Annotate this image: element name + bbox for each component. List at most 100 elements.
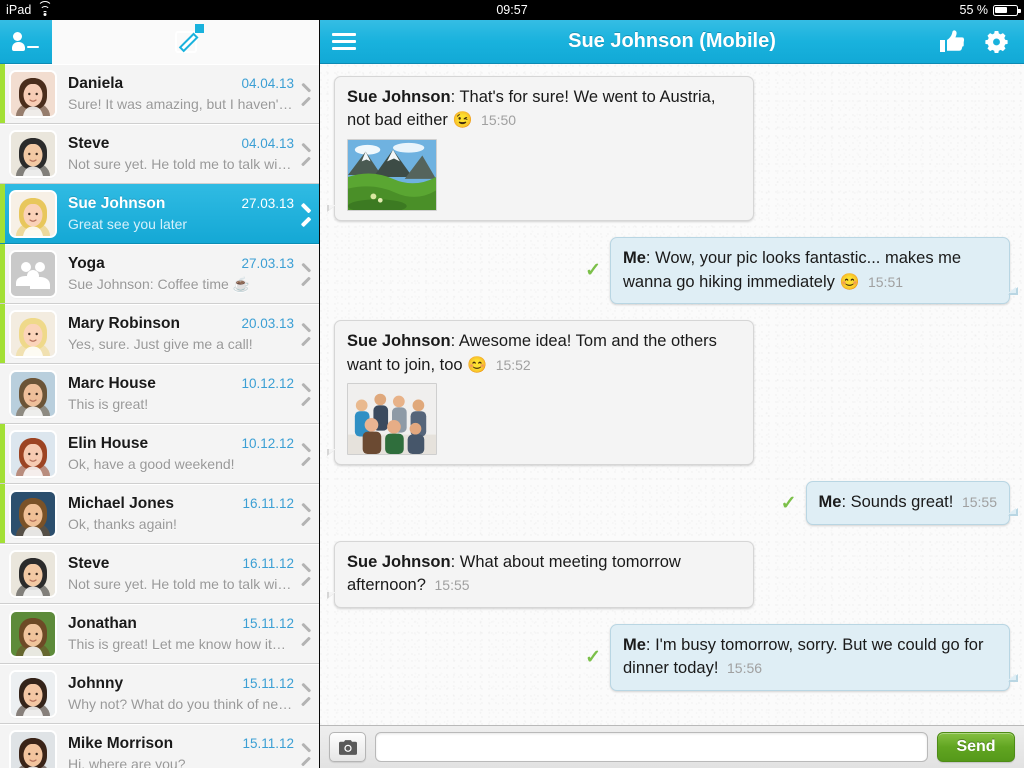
contacts-list-icon (12, 31, 39, 52)
message-preview: Sue Johnson: Coffee time ☕ (68, 275, 251, 292)
unread-indicator (0, 484, 5, 543)
chevron-right-icon (298, 385, 309, 403)
send-button[interactable]: Send (937, 732, 1015, 762)
conversation-text: Jonathan 15.11.12 This is great! Let me kn… (68, 615, 298, 652)
conversation-date: 04.04.13 (241, 136, 294, 151)
message-text: Wow, your pic looks fantastic... makes m… (623, 249, 962, 291)
camera-button[interactable] (329, 732, 366, 762)
message-colon: : (450, 332, 459, 351)
conversation-date: 16.11.12 (242, 496, 294, 511)
contact-name: Michael Jones (68, 495, 174, 512)
message-time: 15:52 (495, 356, 531, 373)
message-preview: Not sure yet. He told me to talk wit… (68, 156, 294, 172)
message-bubble[interactable]: Me: Sounds great! 15:55 (805, 481, 1019, 525)
contact-name: Yoga (68, 254, 105, 272)
message-preview: Sure! It was amazing, but I haven't… (68, 96, 294, 112)
conversation-header: Steve 04.04.13 (68, 135, 294, 153)
avatar (11, 551, 55, 596)
contacts-button[interactable] (0, 20, 52, 64)
chevron-right-icon (298, 505, 309, 523)
message-emoji: 😊 (839, 273, 860, 291)
message-attachment-image[interactable] (347, 139, 437, 212)
conversation-text: Johnny 15.11.12 Why not? What do you think… (68, 675, 298, 712)
conversation-text: Sue Johnson 27.03.13 Great see you later (68, 195, 298, 232)
conversation-header: Mary Robinson 20.03.13 (68, 315, 294, 333)
thumbs-up-button[interactable] (932, 20, 972, 64)
avatar (11, 251, 55, 296)
messages-scroll-area[interactable]: Sue Johnson: That's for sure! We went to… (320, 64, 1024, 725)
conversation-text: Elin House 10.12.12 Ok, have a good weeken… (68, 435, 298, 472)
message-row: ✓ Me: Sounds great! 15:55 (334, 481, 1019, 525)
avatar (11, 191, 55, 236)
chat-title: Sue Johnson (Mobile) (568, 30, 776, 52)
conversation-text: Marc House 10.12.12 This is great! (68, 375, 298, 412)
message-input[interactable] (375, 732, 928, 762)
conversation-header: Jonathan 15.11.12 (68, 615, 294, 633)
status-bar-right: 55 % (960, 3, 1021, 17)
conversation-item[interactable]: Yoga 27.03.13 Sue Johnson: Coffee time ☕ (0, 244, 319, 304)
message-sender: Sue Johnson (347, 552, 451, 571)
contact-name: Daniela (68, 75, 124, 92)
message-bubble[interactable]: Me: Wow, your pic looks fantastic... mak… (610, 237, 1018, 305)
conversation-item[interactable]: Mary Robinson 20.03.13 Yes, sure. Just giv… (0, 304, 319, 364)
conversation-date: 04.04.13 (241, 76, 294, 91)
message-row: ✓ Me: Wow, your pic looks fantastic... ma… (334, 237, 1018, 305)
message-bubble[interactable]: Sue Johnson: That's for sure! We went to… (327, 76, 754, 222)
message-text: I'm busy tomorrow, sorry. But we could g… (623, 635, 984, 678)
conversation-header: Sue Johnson 27.03.13 (68, 195, 294, 213)
message-attachment-image[interactable] (347, 383, 437, 456)
conversation-header: Steve 16.11.12 (68, 555, 294, 573)
message-row: Sue Johnson: What about meeting tomorrow… (327, 540, 1010, 608)
avatar (11, 731, 55, 768)
message-preview: Great see you later (68, 216, 188, 232)
hamburger-menu-icon (332, 32, 356, 51)
conversation-date: 10.12.12 (241, 436, 294, 451)
sidebar-navbar: mysms (0, 19, 319, 64)
conversation-item[interactable]: Sue Johnson 27.03.13 Great see you later (0, 184, 319, 244)
message-row: ✓ Me: I'm busy tomorrow, sorry. But we co… (334, 623, 1018, 691)
avatar (11, 671, 55, 716)
message-time: 15:50 (481, 112, 517, 129)
unread-indicator (0, 244, 5, 303)
message-colon: : (450, 552, 460, 571)
conversation-list[interactable]: Daniela 04.04.13 Sure! It was amazing, but… (0, 64, 319, 768)
compose-button[interactable] (52, 19, 319, 64)
unread-indicator (0, 424, 5, 483)
message-bubble[interactable]: Sue Johnson: Awesome idea! Tom and the o… (327, 320, 754, 466)
battery-icon (993, 4, 1021, 16)
conversation-item[interactable]: Michael Jones 16.11.12 Ok, thanks again! (0, 484, 319, 544)
message-sender: Me (623, 249, 646, 268)
delivered-check-icon: ✓ (585, 260, 601, 282)
conversation-text: Steve 16.11.12 Not sure yet. He told me to… (68, 555, 298, 592)
conversation-item[interactable]: Johnny 15.11.12 Why not? What do you think… (0, 664, 319, 724)
message-emoji: 😉 (452, 112, 473, 130)
chat-actions (932, 20, 1024, 64)
conversation-date: 15.11.12 (242, 676, 294, 691)
conversation-item[interactable]: Mike Morrison 15.11.12 Hi, where are you? (0, 724, 319, 768)
contact-name: Marc House (68, 375, 156, 392)
conversation-date: 27.03.13 (241, 196, 294, 211)
conversation-item[interactable]: Elin House 10.12.12 Ok, have a good weeken… (0, 424, 319, 484)
conversation-item[interactable]: Marc House 10.12.12 This is great! (0, 364, 319, 424)
conversation-header: Daniela 04.04.13 (68, 75, 294, 93)
message-sender: Me (623, 635, 646, 654)
message-preview: This is great! Let me know how it… (68, 636, 286, 652)
message-time: 15:55 (434, 577, 470, 594)
message-colon: : (645, 249, 656, 268)
avatar (11, 131, 55, 176)
conversation-item[interactable]: Daniela 04.04.13 Sure! It was amazing, but… (0, 64, 319, 124)
chevron-right-icon (298, 85, 309, 103)
message-bubble[interactable]: Me: I'm busy tomorrow, sorry. But we cou… (610, 623, 1018, 691)
message-bubble[interactable]: Sue Johnson: What about meeting tomorrow… (327, 540, 754, 608)
chevron-right-icon (298, 265, 309, 283)
chevron-right-icon (298, 745, 309, 763)
message-emoji: 😊 (467, 356, 488, 374)
settings-button[interactable] (976, 20, 1016, 64)
conversation-item[interactable]: Jonathan 15.11.12 This is great! Let me kn… (0, 604, 319, 664)
menu-button[interactable] (320, 20, 368, 64)
delivered-check-icon: ✓ (585, 646, 601, 668)
conversation-item[interactable]: Steve 04.04.13 Not sure yet. He told me to… (0, 124, 319, 184)
message-text: Sounds great! (850, 493, 954, 512)
conversation-item[interactable]: Steve 16.11.12 Not sure yet. He told me to… (0, 544, 319, 604)
chat-navbar: Sue Johnson (Mobile) (320, 20, 1024, 64)
